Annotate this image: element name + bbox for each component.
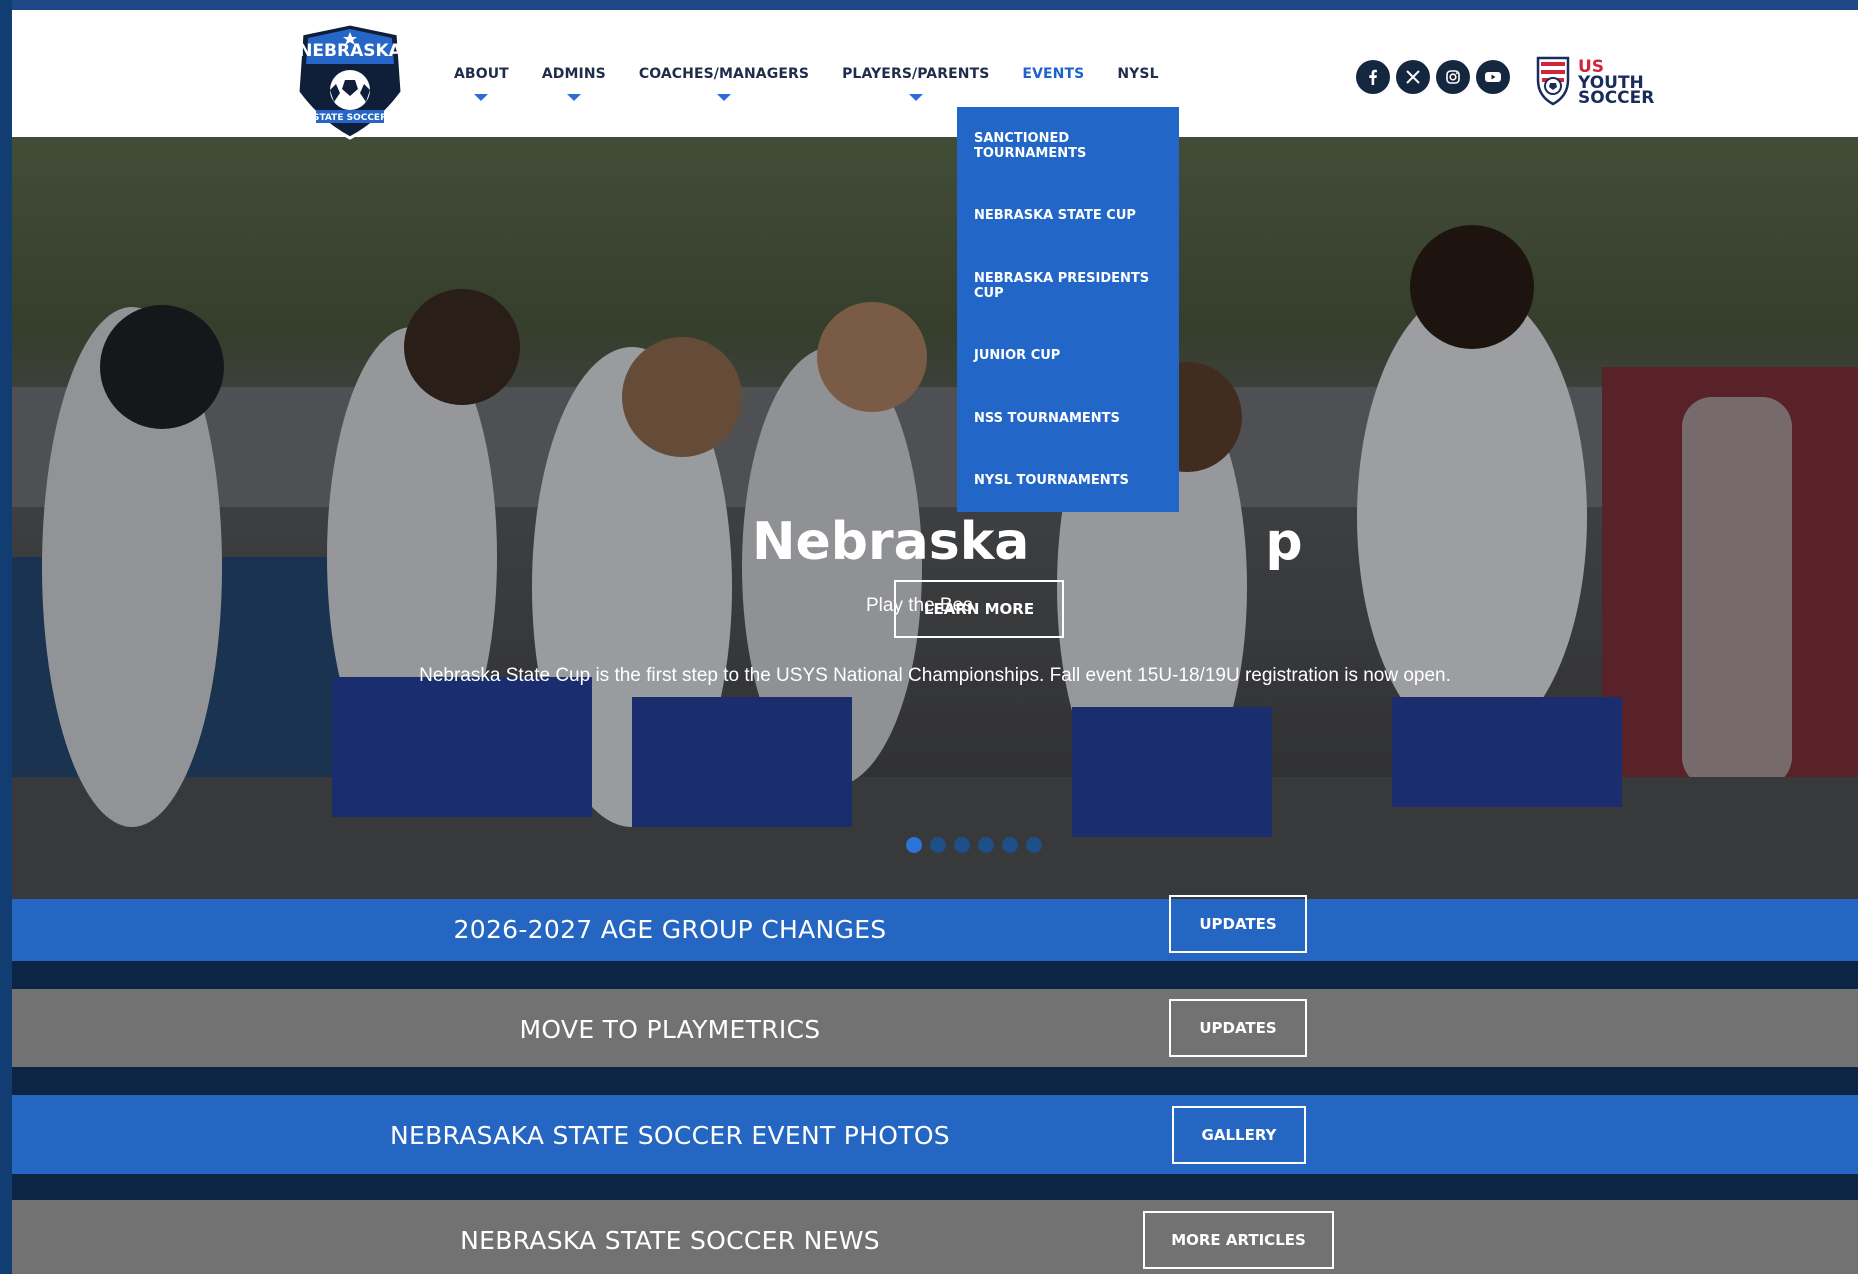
nav-events-label: EVENTS	[1022, 65, 1085, 82]
promo-band-news: NEBRASKA STATE SOCCER NEWS MORE ARTICLES	[12, 1200, 1858, 1274]
band-title: NEBRASAKA STATE SOCCER EVENT PHOTOS	[390, 1121, 950, 1150]
band-title: NEBRASKA STATE SOCCER NEWS	[460, 1226, 880, 1255]
nav-coaches-managers-label: COACHES/MANAGERS	[638, 65, 810, 82]
band-title: 2026-2027 AGE GROUP CHANGES	[453, 915, 887, 944]
menu-item-sanctioned-tournaments[interactable]: SANCTIONED TOURNAMENTS	[974, 131, 1164, 161]
x-icon[interactable]	[1396, 60, 1430, 94]
nav-nysl-label: NYSL	[1117, 65, 1159, 82]
hero-title-left: Nebraska	[752, 512, 1030, 572]
menu-item-nebraska-state-cup[interactable]: NEBRASKA STATE CUP	[974, 208, 1164, 223]
slider-dot[interactable]	[1026, 837, 1042, 853]
learn-more-button[interactable]: LEARN MORE	[894, 580, 1064, 638]
svg-text:SOCCER: SOCCER	[1578, 88, 1654, 108]
hero-description: Nebraska State Cup is the first step to …	[419, 665, 1451, 686]
promo-band-age-group-changes: 2026-2027 AGE GROUP CHANGES UPDATES	[12, 895, 1858, 961]
band-divider	[12, 1067, 1858, 1095]
slider-dot[interactable]	[930, 837, 946, 853]
events-dropdown-menu: SANCTIONED TOURNAMENTS NEBRASKA STATE CU…	[957, 107, 1179, 512]
us-youth-soccer-logo[interactable]: US YOUTH SOCCER	[1534, 50, 1684, 110]
site-header: ABOUT ADMINS COACHES/MANAGERS PLAYERS/PA…	[12, 10, 1858, 137]
slider-dot[interactable]	[954, 837, 970, 853]
svg-text:STATE SOCCER: STATE SOCCER	[313, 113, 387, 123]
updates-button[interactable]: UPDATES	[1169, 999, 1307, 1057]
social-links	[1356, 60, 1510, 94]
updates-button[interactable]: UPDATES	[1169, 895, 1307, 953]
promo-band-playmetrics: MOVE TO PLAYMETRICS UPDATES	[12, 989, 1858, 1067]
more-articles-button[interactable]: MORE ARTICLES	[1143, 1211, 1334, 1269]
hero-slider: Nebraska p Play the Bes Nebraska State Cu…	[12, 137, 1858, 899]
chevron-down-icon	[908, 94, 923, 101]
menu-item-nss-tournaments[interactable]: NSS TOURNAMENTS	[974, 411, 1164, 426]
menu-item-junior-cup[interactable]: JUNIOR CUP	[974, 348, 1164, 363]
nav-about[interactable]: ABOUT	[454, 10, 509, 137]
facebook-icon[interactable]	[1356, 60, 1390, 94]
nav-admins[interactable]: ADMINS	[542, 10, 606, 137]
top-border	[0, 0, 1858, 10]
menu-item-nebraska-presidents-cup[interactable]: NEBRASKA PRESIDENTS CUP	[974, 271, 1164, 301]
chevron-down-icon	[474, 94, 489, 101]
svg-text:NEBRASKA: NEBRASKA	[298, 41, 402, 61]
youtube-icon[interactable]	[1476, 60, 1510, 94]
nav-players-parents-label: PLAYERS/PARENTS	[842, 65, 990, 82]
band-title: MOVE TO PLAYMETRICS	[519, 1015, 821, 1044]
chevron-down-icon	[566, 94, 581, 101]
slider-dots	[906, 837, 1042, 853]
nav-admins-label: ADMINS	[541, 65, 606, 82]
hero-title: Nebraska p	[752, 512, 1303, 572]
slider-dot[interactable]	[1002, 837, 1018, 853]
nav-coaches-managers[interactable]: COACHES/MANAGERS	[639, 10, 809, 137]
slider-dot[interactable]	[906, 837, 922, 853]
nebraska-state-soccer-logo[interactable]: NEBRASKA STATE SOCCER	[290, 22, 410, 140]
menu-item-nysl-tournaments[interactable]: NYSL TOURNAMENTS	[974, 473, 1164, 488]
left-border	[0, 0, 12, 1274]
gallery-button[interactable]: GALLERY	[1172, 1106, 1306, 1164]
instagram-icon[interactable]	[1436, 60, 1470, 94]
band-divider	[12, 1174, 1858, 1200]
nav-about-label: ABOUT	[454, 65, 509, 82]
hero-title-right: p	[1265, 512, 1303, 572]
promo-band-event-photos: NEBRASAKA STATE SOCCER EVENT PHOTOS GALL…	[12, 1095, 1858, 1174]
chevron-down-icon	[716, 94, 731, 101]
slider-dot[interactable]	[978, 837, 994, 853]
band-divider	[12, 961, 1858, 989]
